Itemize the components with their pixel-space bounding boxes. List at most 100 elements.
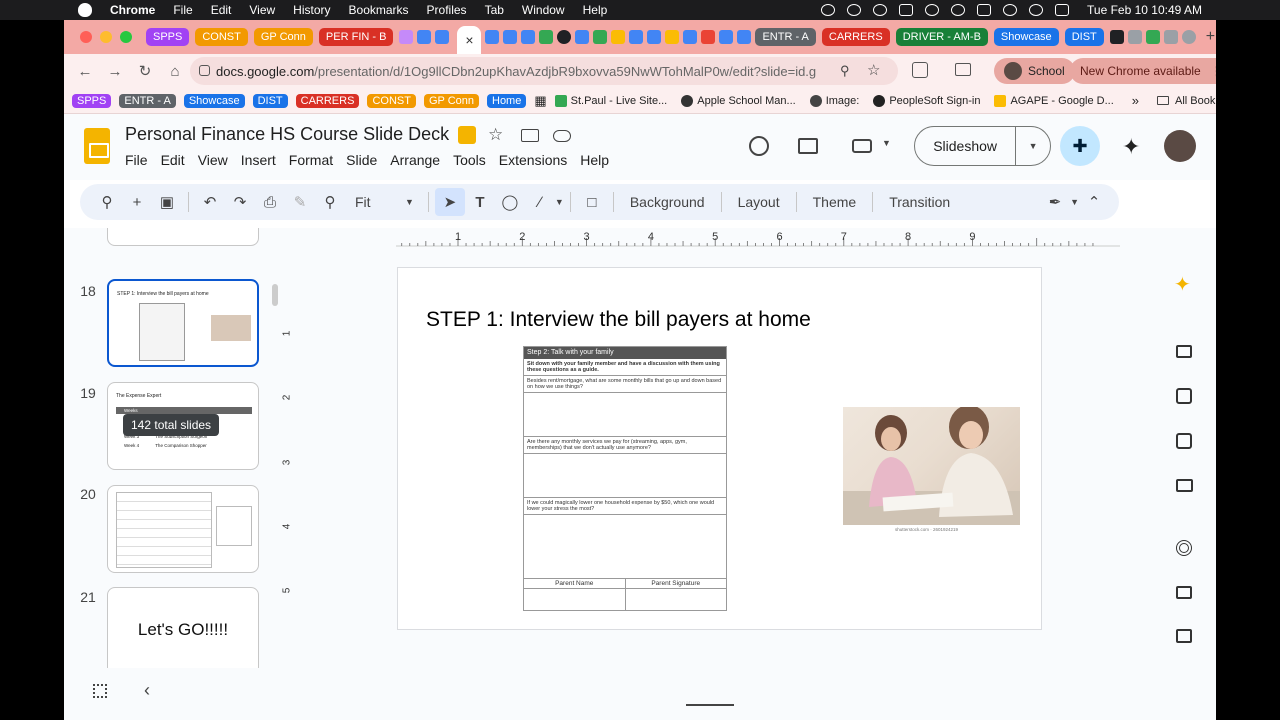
cloud-status-icon[interactable]	[553, 130, 571, 142]
move-icon[interactable]	[521, 129, 539, 142]
slide-thumbnail-18[interactable]: STEP 1: Interview the bill payers at hom…	[107, 279, 259, 367]
layout-button[interactable]: Layout	[728, 194, 790, 210]
bookmark-home[interactable]: Home	[487, 93, 527, 108]
pen-dropdown-icon[interactable]: ▼	[1070, 197, 1079, 207]
google-slides-logo[interactable]	[84, 128, 110, 164]
wifi-icon[interactable]	[1003, 4, 1018, 16]
drive-tab-icon[interactable]	[611, 30, 626, 44]
youtube-tab-icon[interactable]	[701, 30, 716, 44]
docs-tab-icon[interactable]	[683, 30, 698, 44]
spps-icon[interactable]	[847, 4, 862, 16]
battery-icon[interactable]	[977, 4, 992, 16]
sheets-tab-icon[interactable]	[593, 30, 608, 44]
slides-tab-icon[interactable]	[665, 30, 680, 44]
docs-tab-icon[interactable]	[503, 30, 518, 44]
docs-menu-format[interactable]: Format	[289, 152, 333, 168]
text-box-icon[interactable]: T	[465, 188, 495, 216]
url-text[interactable]: docs.google.com/presentation/d/1Og9llCDb…	[216, 64, 816, 79]
omnibox[interactable]: docs.google.com/presentation/d/1Og9llCDb…	[190, 57, 898, 85]
back-icon[interactable]: ←	[76, 62, 94, 80]
slideshow-button[interactable]: Slideshow ▼	[914, 126, 1051, 166]
slide-canvas[interactable]: STEP 1: Interview the bill payers at hom…	[397, 267, 1042, 630]
record-icon[interactable]	[1176, 540, 1192, 556]
clock[interactable]: Tue Feb 10 10:49 AM	[1087, 3, 1202, 17]
bookmark-agape[interactable]: AGAPE - Google D...	[994, 94, 1114, 107]
background-button[interactable]: Background	[620, 194, 715, 210]
bookmark-peoplesoft[interactable]: PeopleSoft Sign-in	[873, 94, 980, 107]
sheets-tab-icon[interactable]	[1145, 30, 1160, 44]
account-avatar[interactable]	[1164, 130, 1196, 162]
tab-favicon-icon[interactable]	[557, 30, 572, 44]
docs-tab-icon[interactable]	[417, 30, 432, 44]
menu-profiles[interactable]: Profiles	[427, 3, 467, 17]
site-info-icon[interactable]	[199, 65, 210, 76]
check-icon[interactable]	[873, 4, 888, 16]
slide-title[interactable]: STEP 1: Interview the bill payers at hom…	[426, 308, 811, 332]
extensions-icon[interactable]	[912, 62, 928, 78]
zoom-select[interactable]: Fit	[345, 194, 405, 210]
menu-app-chrome[interactable]: Chrome	[110, 3, 155, 17]
collapse-toolbar-icon[interactable]: ⌃	[1079, 188, 1109, 216]
docs-tab-icon[interactable]	[485, 30, 500, 44]
active-tab-close-button[interactable]: ×	[457, 26, 482, 54]
zoom-icon[interactable]: ⚲	[315, 188, 345, 216]
tab-favicon-icon[interactable]	[399, 30, 414, 44]
slideshow-dropdown-icon[interactable]: ▼	[1016, 141, 1050, 151]
docs-menu-extensions[interactable]: Extensions	[499, 152, 567, 168]
bookmarks-overflow-button[interactable]: »	[1132, 93, 1139, 108]
tab-group-carrers[interactable]: CARRERS	[821, 28, 890, 46]
search-menus-icon[interactable]: ⚲	[92, 188, 122, 216]
docs-menu-view[interactable]: View	[198, 152, 228, 168]
share-button[interactable]: ✚	[1060, 126, 1100, 166]
theme-button[interactable]: Theme	[803, 194, 867, 210]
contacts-icon[interactable]	[1176, 433, 1192, 449]
tab-group-showcase[interactable]: Showcase	[993, 28, 1059, 46]
docs-tab-icon[interactable]	[521, 30, 536, 44]
worksheet-image[interactable]: Step 2: Talk with your family Sit down w…	[523, 346, 727, 611]
docs-menu-edit[interactable]: Edit	[161, 152, 185, 168]
docs-menu-help[interactable]: Help	[580, 152, 609, 168]
tab-group-spps[interactable]: SPPS	[146, 28, 190, 46]
docs-menu-arrange[interactable]: Arrange	[390, 152, 440, 168]
docs-tab-icon[interactable]	[435, 30, 450, 44]
shield-icon[interactable]	[925, 4, 940, 16]
tab-favicon-icon[interactable]	[1163, 30, 1178, 44]
print-icon[interactable]: ⎙	[255, 188, 285, 216]
meet-icon[interactable]	[852, 139, 872, 153]
new-slide-layout-icon[interactable]: ▣	[152, 188, 182, 216]
collapse-filmstrip-icon[interactable]: ‹	[144, 680, 150, 701]
line-icon[interactable]: ∕	[525, 188, 555, 216]
forward-icon[interactable]: →	[106, 62, 124, 80]
filmstrip-scrollbar[interactable]	[272, 284, 278, 306]
docs-menu-tools[interactable]: Tools	[453, 152, 486, 168]
zoom-window-icon[interactable]	[120, 31, 132, 43]
docs-tab-icon[interactable]	[737, 30, 752, 44]
cloud-tab-icon[interactable]	[575, 30, 590, 44]
drive-folder-icon[interactable]	[1176, 479, 1193, 492]
zoom-icon[interactable]: ⚲	[840, 63, 850, 79]
undo-icon[interactable]: ↶	[195, 188, 225, 216]
tab-group-const[interactable]: CONST	[195, 28, 248, 46]
keep-icon[interactable]	[1176, 345, 1192, 358]
version-history-icon[interactable]	[749, 136, 769, 156]
close-window-icon[interactable]	[80, 31, 92, 43]
transition-button[interactable]: Transition	[879, 194, 960, 210]
profile-button[interactable]: School	[994, 58, 1075, 84]
menu-tab[interactable]: Tab	[485, 3, 504, 17]
menu-edit[interactable]: Edit	[211, 3, 232, 17]
horizontal-ruler[interactable]: 1 2 3 4 5 6 7 8 9	[396, 230, 1120, 248]
family-photo[interactable]	[843, 407, 1020, 525]
add-comment-icon[interactable]: □	[577, 188, 607, 216]
line-dropdown-icon[interactable]: ▼	[555, 197, 564, 207]
comments-icon[interactable]	[798, 138, 818, 154]
tab-favicon-icon[interactable]	[1127, 30, 1142, 44]
bookmark-image[interactable]: Image:	[809, 94, 859, 107]
zoom-dropdown-icon[interactable]: ▼	[405, 197, 414, 207]
paint-format-icon[interactable]: ✎	[285, 188, 315, 216]
home-icon[interactable]: ⌂	[166, 62, 184, 80]
play-icon[interactable]	[951, 4, 966, 16]
record-icon[interactable]	[821, 4, 836, 16]
menu-file[interactable]: File	[173, 3, 192, 17]
tab-group-dist[interactable]: DIST	[1064, 28, 1104, 46]
bookmark-star-icon[interactable]: ☆	[867, 61, 880, 79]
